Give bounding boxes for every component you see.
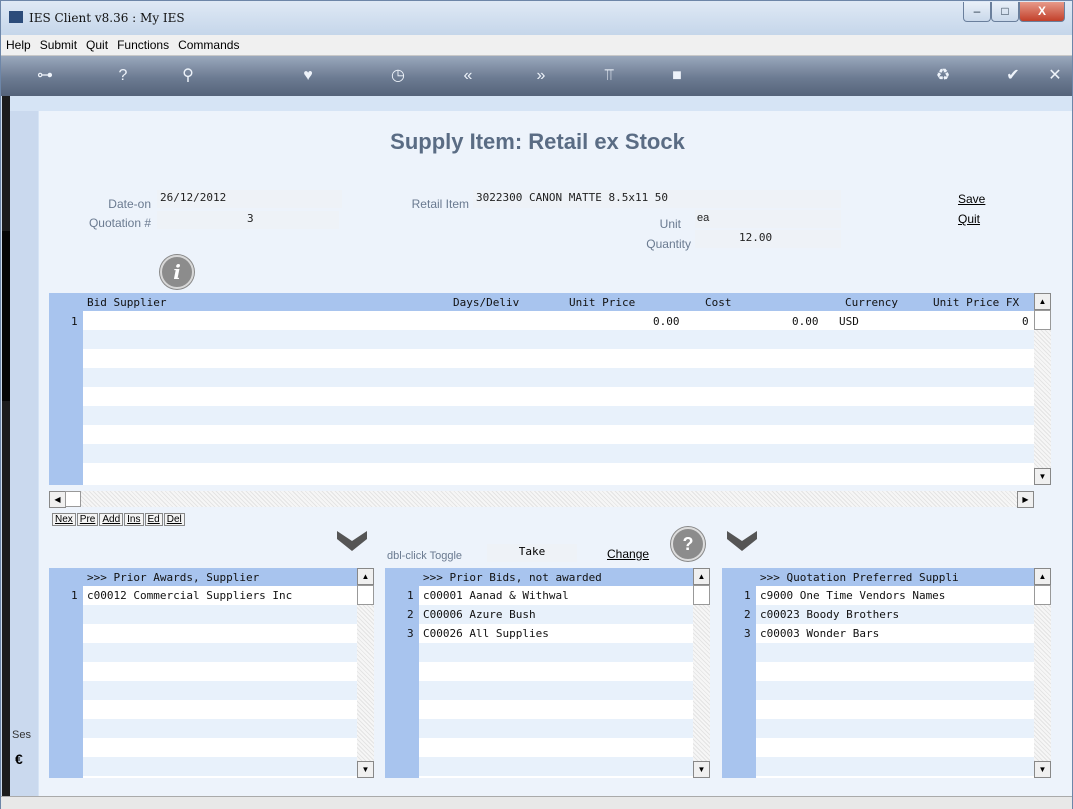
left-strip-dark xyxy=(2,231,10,401)
page-title: Supply Item: Retail ex Stock xyxy=(390,129,685,154)
scroll-up-icon[interactable]: ▲ xyxy=(1034,568,1051,585)
row-number-column xyxy=(49,311,83,485)
preferred-suppliers-list: >>> Quotation Preferred Suppli 1 c9000 O… xyxy=(722,568,1034,778)
rewind-icon[interactable]: « xyxy=(456,64,480,88)
scroll-right-icon[interactable]: ▶ xyxy=(1017,491,1034,508)
help-icon[interactable]: ? xyxy=(111,64,135,88)
scroll-down-icon[interactable]: ▼ xyxy=(1034,761,1051,778)
col-unit-price-fx[interactable]: Unit Price FX xyxy=(933,296,1019,309)
awards-header: >>> Prior Awards, Supplier xyxy=(49,568,357,586)
list-item[interactable]: 1 c00012 Commercial Suppliers Inc xyxy=(49,586,357,605)
nav-buttons: Nex Pre Add Ins Ed Del xyxy=(52,511,186,526)
scroll-up-icon[interactable]: ▲ xyxy=(357,568,374,585)
list-item[interactable]: 3 c00003 Wonder Bars xyxy=(722,624,1034,643)
title-bar: IES Client v8.36 : My IES – □ X xyxy=(1,1,1072,35)
app-icon xyxy=(9,11,23,23)
menu-help[interactable]: Help xyxy=(1,35,35,52)
chevron-down-icon[interactable] xyxy=(335,529,369,553)
col-bid-supplier[interactable]: Bid Supplier xyxy=(87,296,166,309)
list-item[interactable]: 2 c00023 Boody Brothers xyxy=(722,605,1034,624)
col-currency[interactable]: Currency xyxy=(845,296,898,309)
stop-icon[interactable]: ■ xyxy=(665,64,689,88)
col-unit-price[interactable]: Unit Price xyxy=(569,296,635,309)
prior-bids-list: >>> Prior Bids, not awarded 1 c00001 Aan… xyxy=(385,568,693,778)
check-icon[interactable]: ✔ xyxy=(1001,64,1025,88)
bid-grid: Bid Supplier Days/Deliv Unit Price Cost … xyxy=(49,293,1034,485)
quantity-label: Quantity xyxy=(646,237,691,251)
help-circle-icon[interactable]: ? xyxy=(671,527,705,561)
search-icon[interactable]: ⚲ xyxy=(176,64,200,88)
scroll-down-icon[interactable]: ▼ xyxy=(357,761,374,778)
awards-vscroll[interactable]: ▲ ▼ xyxy=(357,568,374,778)
toggle-label: dbl-click Toggle xyxy=(387,550,463,562)
take-field[interactable]: Take xyxy=(487,544,577,562)
scroll-down-icon[interactable]: ▼ xyxy=(1034,468,1051,485)
clock-icon[interactable]: ◷ xyxy=(386,64,410,88)
ins-button[interactable]: Ins xyxy=(124,513,144,526)
session-label: Ses xyxy=(12,729,31,741)
recycle-icon[interactable]: ♻ xyxy=(931,64,955,88)
chevron-down-icon[interactable] xyxy=(725,529,759,553)
side-panel xyxy=(10,111,38,796)
hscroll-thumb[interactable] xyxy=(65,491,81,507)
bid-grid-hscroll[interactable]: ◀ ▶ xyxy=(49,491,1034,508)
preferred-vscroll[interactable]: ▲ ▼ xyxy=(1034,568,1051,778)
col-days-deliv[interactable]: Days/Deliv xyxy=(453,296,519,309)
scroll-thumb[interactable] xyxy=(1034,310,1051,330)
quotation-field[interactable]: 3 xyxy=(157,211,339,229)
window-title: IES Client v8.36 : My IES xyxy=(29,11,185,25)
unit-label: Unit xyxy=(659,217,681,231)
ed-button[interactable]: Ed xyxy=(144,513,163,526)
maximize-button[interactable]: □ xyxy=(991,2,1019,22)
scroll-left-icon[interactable]: ◀ xyxy=(49,491,66,508)
fast-forward-icon[interactable]: » xyxy=(529,64,553,88)
list-item[interactable]: 1 c9000 One Time Vendors Names xyxy=(722,586,1034,605)
change-link[interactable]: Change xyxy=(607,547,649,561)
close-icon[interactable]: ✕ xyxy=(1043,64,1067,88)
menu-bar: Help Submit Quit Functions Commands xyxy=(1,35,1072,56)
quantity-field[interactable]: 12.00 xyxy=(695,230,841,248)
pre-button[interactable]: Pre xyxy=(76,513,99,526)
retail-item-label: Retail Item xyxy=(411,197,469,211)
key-icon[interactable]: ⊶ xyxy=(33,64,57,88)
menu-submit[interactable]: Submit xyxy=(35,35,81,52)
session-icon[interactable]: € xyxy=(15,751,25,767)
list-item[interactable]: 3 C00026 All Supplies xyxy=(385,624,693,643)
toolbar: ⊶ ? ⚲ ♥ ◷ « » ⫪ ■ ♻ ✔ ✕ xyxy=(1,56,1072,96)
minimize-button[interactable]: – xyxy=(963,2,991,22)
info-icon[interactable]: i xyxy=(160,255,194,289)
list-item[interactable]: 1 c00001 Aanad & Withwal xyxy=(385,586,693,605)
del-button[interactable]: Del xyxy=(163,513,185,526)
quotation-label: Quotation # xyxy=(88,216,151,230)
bid-grid-vscroll[interactable]: ▲ ▼ xyxy=(1034,293,1051,485)
close-window-button[interactable]: X xyxy=(1019,2,1065,22)
retail-item-field[interactable]: 3022300 CANON MATTE 8.5x11 50 xyxy=(473,190,841,208)
tools-icon[interactable]: ⫪ xyxy=(597,64,621,88)
bid-grid-header: Bid Supplier Days/Deliv Unit Price Cost … xyxy=(49,293,1034,311)
awards-list: >>> Prior Awards, Supplier 1 c00012 Comm… xyxy=(49,568,357,778)
app-window: IES Client v8.36 : My IES – □ X Help Subm… xyxy=(0,0,1073,809)
menu-commands[interactable]: Commands xyxy=(173,35,243,52)
list-item[interactable]: 2 C00006 Azure Bush xyxy=(385,605,693,624)
date-on-field[interactable]: 26/12/2012 xyxy=(157,190,342,208)
quit-link[interactable]: Quit xyxy=(958,212,980,226)
preferred-header: >>> Quotation Preferred Suppli xyxy=(722,568,1034,586)
menu-functions[interactable]: Functions xyxy=(112,35,173,52)
prior-bids-vscroll[interactable]: ▲ ▼ xyxy=(693,568,710,778)
left-strip xyxy=(2,96,10,796)
add-button[interactable]: Add xyxy=(99,513,124,526)
scroll-up-icon[interactable]: ▲ xyxy=(1034,293,1051,310)
unit-field[interactable]: ea xyxy=(695,210,841,228)
heart-icon[interactable]: ♥ xyxy=(296,64,320,88)
status-bar xyxy=(1,796,1072,809)
prior-bids-header: >>> Prior Bids, not awarded xyxy=(385,568,693,586)
table-row[interactable]: 1 0.00 0.00 USD 0 xyxy=(49,312,1034,331)
scroll-down-icon[interactable]: ▼ xyxy=(693,761,710,778)
scroll-up-icon[interactable]: ▲ xyxy=(693,568,710,585)
date-on-label: Date-on xyxy=(108,197,151,211)
menu-quit[interactable]: Quit xyxy=(81,35,112,52)
nex-button[interactable]: Nex xyxy=(52,513,76,526)
save-link[interactable]: Save xyxy=(958,192,985,206)
col-cost[interactable]: Cost xyxy=(705,296,732,309)
